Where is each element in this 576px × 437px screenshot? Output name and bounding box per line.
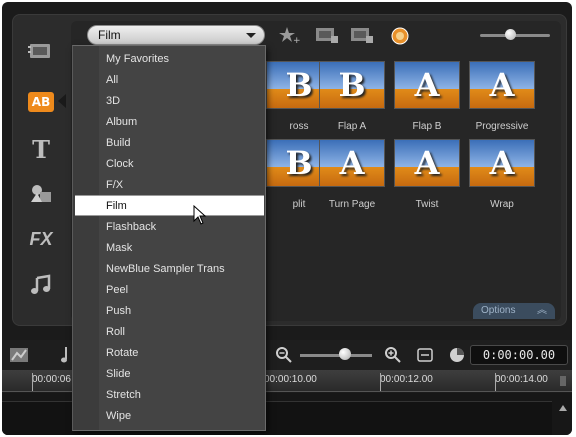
library-sidebar: AB T FX xyxy=(13,15,68,325)
dropdown-item-rotate[interactable]: Rotate xyxy=(73,343,265,364)
category-select[interactable]: Film xyxy=(87,25,265,45)
ruler-tick xyxy=(380,373,381,391)
dropdown-item-build[interactable]: Build xyxy=(73,133,265,154)
dropdown-item-film[interactable]: Film xyxy=(75,195,264,216)
dropdown-item-3d[interactable]: 3D xyxy=(73,91,265,112)
add-favorite-icon[interactable]: + xyxy=(278,26,301,46)
fit-to-window-icon[interactable] xyxy=(416,346,434,367)
dropdown-item-stretch[interactable]: Stretch xyxy=(73,385,265,406)
thumbnail-twist[interactable]: A xyxy=(394,139,460,187)
dropdown-item-peel[interactable]: Peel xyxy=(73,280,265,301)
thumbnail-label: Progressive xyxy=(475,121,529,132)
filter-icon-label: FX xyxy=(29,228,53,249)
thumbnail-label: Turn Page xyxy=(328,199,376,210)
thumbnail-letter: A xyxy=(489,144,515,182)
dropdown-item-all[interactable]: All xyxy=(73,70,265,91)
thumbnail-wrap[interactable]: A xyxy=(469,139,535,187)
ruler-label: 00:00:06 xyxy=(32,374,71,385)
category-dropdown-list: My Favorites All 3D Album Build Clock F/… xyxy=(72,45,266,431)
ruler-end-marker xyxy=(558,376,568,386)
dropdown-item-clock[interactable]: Clock xyxy=(73,154,265,175)
thumbnail-flap-b[interactable]: A xyxy=(394,61,460,109)
title-icon[interactable]: T xyxy=(25,134,57,164)
timecode-display[interactable]: 0:00:00.00 xyxy=(470,345,568,365)
music-icon[interactable] xyxy=(25,271,57,299)
thumbnail-label: Flap A xyxy=(337,121,367,132)
options-label: Options xyxy=(481,305,516,316)
thumbnail-letter: A xyxy=(414,144,440,182)
dropdown-item-slide[interactable]: Slide xyxy=(73,364,265,385)
transition-icon[interactable]: AB xyxy=(28,92,54,112)
filter-icon[interactable]: FX xyxy=(25,225,57,253)
thumbnail-turn-page[interactable]: A xyxy=(319,139,385,187)
active-pointer xyxy=(58,94,66,108)
mouse-cursor-icon xyxy=(193,204,207,228)
svg-text:+: + xyxy=(293,36,300,44)
storyboard-view-icon[interactable] xyxy=(8,344,32,369)
ruler-label: 00:00:12.00 xyxy=(380,374,433,385)
thumbnail-letter: B xyxy=(338,66,366,104)
transition-icon-label: AB xyxy=(31,95,51,109)
thumbnail-letter: A xyxy=(489,66,515,104)
zoom-in-icon[interactable] xyxy=(384,346,402,367)
dropdown-item-newblue-sampler-trans[interactable]: NewBlue Sampler Trans xyxy=(73,259,265,280)
scroll-up-icon[interactable] xyxy=(558,403,568,415)
ruler-label: 00:00:14.00 xyxy=(495,374,548,385)
dropdown-item-my-favorites[interactable]: My Favorites xyxy=(73,49,265,70)
title-icon-label: T xyxy=(32,134,50,164)
thumbnail-letter: A xyxy=(339,144,365,182)
apply-audio-icon[interactable] xyxy=(350,26,373,44)
chevron-up-icon: ︽ xyxy=(537,305,547,316)
thumbnail-size-knob[interactable] xyxy=(505,29,516,40)
thumbnail-letter: A xyxy=(414,66,440,104)
thumbnail-label: Twist xyxy=(415,199,439,210)
ruler-tick xyxy=(495,373,496,391)
app-window: AB T FX B ross B Flap A A Flap B A Progr… xyxy=(2,2,572,435)
apply-video-icon[interactable] xyxy=(315,26,338,44)
dropdown-item-flashback[interactable]: Flashback xyxy=(73,217,265,238)
dropdown-item-fx[interactable]: F/X xyxy=(73,175,265,196)
graphic-icon[interactable] xyxy=(25,179,57,207)
thumbnail-label: Wrap xyxy=(490,199,514,210)
thumbnail-progressive[interactable]: A xyxy=(469,61,535,109)
thumbnail-label: Flap B xyxy=(412,121,442,132)
thumbnail-flap-a[interactable]: B xyxy=(319,61,385,109)
zoom-out-icon[interactable] xyxy=(275,346,293,367)
dropdown-item-album[interactable]: Album xyxy=(73,112,265,133)
ruler-tick xyxy=(32,373,33,391)
options-button[interactable]: Options ︽ xyxy=(473,303,555,319)
settings-globe-icon[interactable] xyxy=(390,26,412,45)
clock-icon[interactable] xyxy=(448,346,466,367)
category-select-value: Film xyxy=(98,28,121,42)
dropdown-item-wipe[interactable]: Wipe xyxy=(73,406,265,427)
zoom-knob[interactable] xyxy=(339,348,351,360)
dropdown-item-roll[interactable]: Roll xyxy=(73,322,265,343)
dropdown-item-mask[interactable]: Mask xyxy=(73,238,265,259)
media-icon[interactable] xyxy=(25,37,57,65)
dropdown-item-push[interactable]: Push xyxy=(73,301,265,322)
ruler-label: 00:00:10.00 xyxy=(264,374,317,385)
chevron-down-icon xyxy=(246,33,256,38)
zoom-slider[interactable] xyxy=(300,354,372,357)
